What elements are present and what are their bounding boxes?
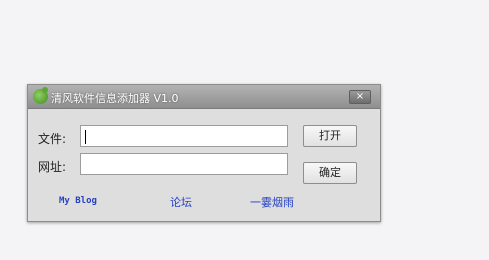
close-button[interactable]: ×: [349, 90, 371, 104]
yishayanyu-link[interactable]: 一霎烟雨: [250, 194, 294, 210]
url-label: 网址:: [38, 160, 67, 174]
text-caret: [85, 130, 86, 144]
app-icon: [33, 87, 48, 104]
file-field[interactable]: [80, 125, 288, 147]
open-button[interactable]: 打开: [303, 125, 357, 147]
forum-link[interactable]: 论坛: [170, 194, 192, 210]
ok-button[interactable]: 确定: [303, 162, 357, 184]
file-label: 文件:: [38, 132, 67, 146]
window-title: 清风软件信息添加器 V1.0: [51, 92, 179, 105]
url-field[interactable]: [80, 153, 288, 175]
title-bar[interactable]: 清风软件信息添加器 V1.0 ×: [28, 85, 380, 109]
my-blog-link[interactable]: My Blog: [59, 196, 97, 206]
